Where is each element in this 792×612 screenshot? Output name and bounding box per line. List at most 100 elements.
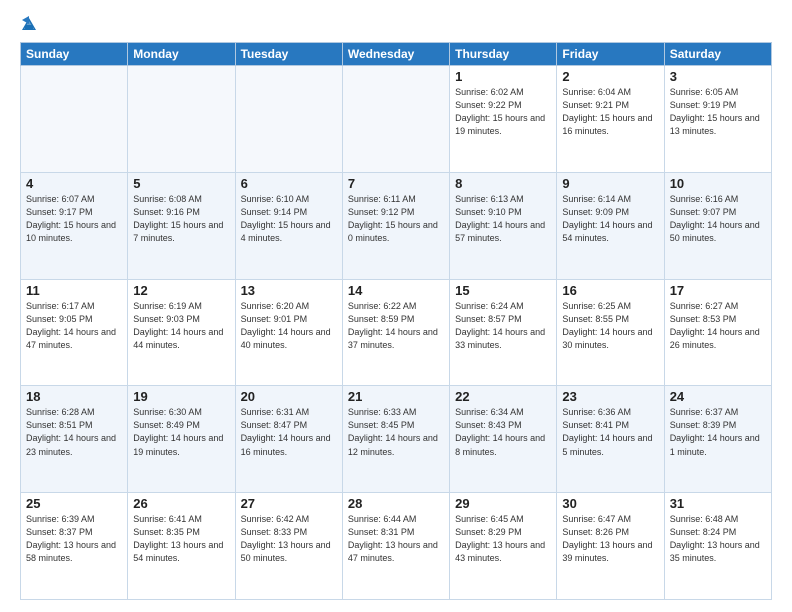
day-cell-19: 19 Sunrise: 6:30 AMSunset: 8:49 PMDayligh… xyxy=(128,386,235,493)
day-info: Sunrise: 6:36 AMSunset: 8:41 PMDaylight:… xyxy=(562,406,658,458)
week-row-5: 25 Sunrise: 6:39 AMSunset: 8:37 PMDayligh… xyxy=(21,493,772,600)
day-number: 11 xyxy=(26,283,122,298)
day-info: Sunrise: 6:27 AMSunset: 8:53 PMDaylight:… xyxy=(670,300,766,352)
empty-cell xyxy=(342,66,449,173)
day-number: 30 xyxy=(562,496,658,511)
day-info: Sunrise: 6:30 AMSunset: 8:49 PMDaylight:… xyxy=(133,406,229,458)
day-cell-26: 26Sunrise: 6:41 AMSunset: 8:35 PMDayligh… xyxy=(128,493,235,600)
day-number: 29 xyxy=(455,496,551,511)
day-cell-18: 18 Sunrise: 6:28 AMSunset: 8:51 PMDayligh… xyxy=(21,386,128,493)
day-info: Sunrise: 6:07 AMSunset: 9:17 PMDaylight:… xyxy=(26,193,122,245)
day-info: Sunrise: 6:25 AMSunset: 8:55 PMDaylight:… xyxy=(562,300,658,352)
day-number: 16 xyxy=(562,283,658,298)
empty-cell xyxy=(21,66,128,173)
day-cell-9: 9 Sunrise: 6:14 AMSunset: 9:09 PMDaylight… xyxy=(557,172,664,279)
day-info: Sunrise: 6:16 AMSunset: 9:07 PMDaylight:… xyxy=(670,193,766,245)
day-number: 5 xyxy=(133,176,229,191)
day-number: 22 xyxy=(455,389,551,404)
day-info: Sunrise: 6:45 AMSunset: 8:29 PMDaylight:… xyxy=(455,513,551,565)
day-number: 13 xyxy=(241,283,337,298)
logo xyxy=(20,16,42,34)
day-info: Sunrise: 6:17 AMSunset: 9:05 PMDaylight:… xyxy=(26,300,122,352)
day-info: Sunrise: 6:19 AMSunset: 9:03 PMDaylight:… xyxy=(133,300,229,352)
day-info: Sunrise: 6:44 AMSunset: 8:31 PMDaylight:… xyxy=(348,513,444,565)
day-number: 7 xyxy=(348,176,444,191)
day-number: 2 xyxy=(562,69,658,84)
day-number: 12 xyxy=(133,283,229,298)
dow-header-wednesday: Wednesday xyxy=(342,43,449,66)
day-info: Sunrise: 6:22 AMSunset: 8:59 PMDaylight:… xyxy=(348,300,444,352)
day-cell-13: 13Sunrise: 6:20 AMSunset: 9:01 PMDayligh… xyxy=(235,279,342,386)
day-number: 6 xyxy=(241,176,337,191)
day-number: 19 xyxy=(133,389,229,404)
day-number: 27 xyxy=(241,496,337,511)
day-cell-11: 11 Sunrise: 6:17 AMSunset: 9:05 PMDayligh… xyxy=(21,279,128,386)
day-cell-16: 16 Sunrise: 6:25 AMSunset: 8:55 PMDayligh… xyxy=(557,279,664,386)
day-info: Sunrise: 6:37 AMSunset: 8:39 PMDaylight:… xyxy=(670,406,766,458)
day-number: 24 xyxy=(670,389,766,404)
day-cell-14: 14 Sunrise: 6:22 AMSunset: 8:59 PMDayligh… xyxy=(342,279,449,386)
day-cell-22: 22 Sunrise: 6:34 AMSunset: 8:43 PMDayligh… xyxy=(450,386,557,493)
day-info: Sunrise: 6:05 AMSunset: 9:19 PMDaylight:… xyxy=(670,86,766,138)
day-info: Sunrise: 6:39 AMSunset: 8:37 PMDaylight:… xyxy=(26,513,122,565)
day-info: Sunrise: 6:11 AMSunset: 9:12 PMDaylight:… xyxy=(348,193,444,245)
day-cell-2: 2Sunrise: 6:04 AMSunset: 9:21 PMDaylight… xyxy=(557,66,664,173)
dow-header-monday: Monday xyxy=(128,43,235,66)
day-cell-7: 7 Sunrise: 6:11 AMSunset: 9:12 PMDaylight… xyxy=(342,172,449,279)
day-number: 23 xyxy=(562,389,658,404)
day-cell-20: 20 Sunrise: 6:31 AMSunset: 8:47 PMDayligh… xyxy=(235,386,342,493)
day-number: 17 xyxy=(670,283,766,298)
week-row-2: 4Sunrise: 6:07 AMSunset: 9:17 PMDaylight… xyxy=(21,172,772,279)
day-info: Sunrise: 6:42 AMSunset: 8:33 PMDaylight:… xyxy=(241,513,337,565)
day-cell-25: 25 Sunrise: 6:39 AMSunset: 8:37 PMDayligh… xyxy=(21,493,128,600)
week-row-3: 11 Sunrise: 6:17 AMSunset: 9:05 PMDayligh… xyxy=(21,279,772,386)
day-number: 15 xyxy=(455,283,551,298)
day-number: 20 xyxy=(241,389,337,404)
dow-header-sunday: Sunday xyxy=(21,43,128,66)
day-cell-29: 29 Sunrise: 6:45 AMSunset: 8:29 PMDayligh… xyxy=(450,493,557,600)
day-info: Sunrise: 6:02 AMSunset: 9:22 PMDaylight:… xyxy=(455,86,551,138)
day-cell-21: 21 Sunrise: 6:33 AMSunset: 8:45 PMDayligh… xyxy=(342,386,449,493)
week-row-1: 1Sunrise: 6:02 AMSunset: 9:22 PMDaylight… xyxy=(21,66,772,173)
day-info: Sunrise: 6:31 AMSunset: 8:47 PMDaylight:… xyxy=(241,406,337,458)
day-number: 21 xyxy=(348,389,444,404)
empty-cell xyxy=(128,66,235,173)
day-cell-17: 17 Sunrise: 6:27 AMSunset: 8:53 PMDayligh… xyxy=(664,279,771,386)
day-cell-28: 28Sunrise: 6:44 AMSunset: 8:31 PMDayligh… xyxy=(342,493,449,600)
day-info: Sunrise: 6:14 AMSunset: 9:09 PMDaylight:… xyxy=(562,193,658,245)
day-info: Sunrise: 6:13 AMSunset: 9:10 PMDaylight:… xyxy=(455,193,551,245)
week-row-4: 18 Sunrise: 6:28 AMSunset: 8:51 PMDayligh… xyxy=(21,386,772,493)
day-number: 14 xyxy=(348,283,444,298)
day-cell-12: 12 Sunrise: 6:19 AMSunset: 9:03 PMDayligh… xyxy=(128,279,235,386)
day-info: Sunrise: 6:08 AMSunset: 9:16 PMDaylight:… xyxy=(133,193,229,245)
day-number: 31 xyxy=(670,496,766,511)
day-info: Sunrise: 6:28 AMSunset: 8:51 PMDaylight:… xyxy=(26,406,122,458)
empty-cell xyxy=(235,66,342,173)
day-info: Sunrise: 6:34 AMSunset: 8:43 PMDaylight:… xyxy=(455,406,551,458)
day-info: Sunrise: 6:47 AMSunset: 8:26 PMDaylight:… xyxy=(562,513,658,565)
dow-header-friday: Friday xyxy=(557,43,664,66)
day-cell-15: 15Sunrise: 6:24 AMSunset: 8:57 PMDayligh… xyxy=(450,279,557,386)
day-number: 8 xyxy=(455,176,551,191)
generalblue-logo-icon xyxy=(20,16,38,34)
day-cell-8: 8 Sunrise: 6:13 AMSunset: 9:10 PMDaylight… xyxy=(450,172,557,279)
day-cell-5: 5 Sunrise: 6:08 AMSunset: 9:16 PMDaylight… xyxy=(128,172,235,279)
day-cell-3: 3 Sunrise: 6:05 AMSunset: 9:19 PMDaylight… xyxy=(664,66,771,173)
day-number: 26 xyxy=(133,496,229,511)
day-cell-30: 30 Sunrise: 6:47 AMSunset: 8:26 PMDayligh… xyxy=(557,493,664,600)
day-number: 9 xyxy=(562,176,658,191)
dow-header-thursday: Thursday xyxy=(450,43,557,66)
day-cell-1: 1Sunrise: 6:02 AMSunset: 9:22 PMDaylight… xyxy=(450,66,557,173)
day-number: 25 xyxy=(26,496,122,511)
day-cell-31: 31Sunrise: 6:48 AMSunset: 8:24 PMDayligh… xyxy=(664,493,771,600)
day-number: 3 xyxy=(670,69,766,84)
dow-header-saturday: Saturday xyxy=(664,43,771,66)
day-cell-4: 4Sunrise: 6:07 AMSunset: 9:17 PMDaylight… xyxy=(21,172,128,279)
calendar-table: SundayMondayTuesdayWednesdayThursdayFrid… xyxy=(20,42,772,600)
day-cell-27: 27 Sunrise: 6:42 AMSunset: 8:33 PMDayligh… xyxy=(235,493,342,600)
day-info: Sunrise: 6:10 AMSunset: 9:14 PMDaylight:… xyxy=(241,193,337,245)
day-cell-10: 10Sunrise: 6:16 AMSunset: 9:07 PMDayligh… xyxy=(664,172,771,279)
calendar-body: 1Sunrise: 6:02 AMSunset: 9:22 PMDaylight… xyxy=(21,66,772,600)
day-number: 18 xyxy=(26,389,122,404)
day-info: Sunrise: 6:33 AMSunset: 8:45 PMDaylight:… xyxy=(348,406,444,458)
